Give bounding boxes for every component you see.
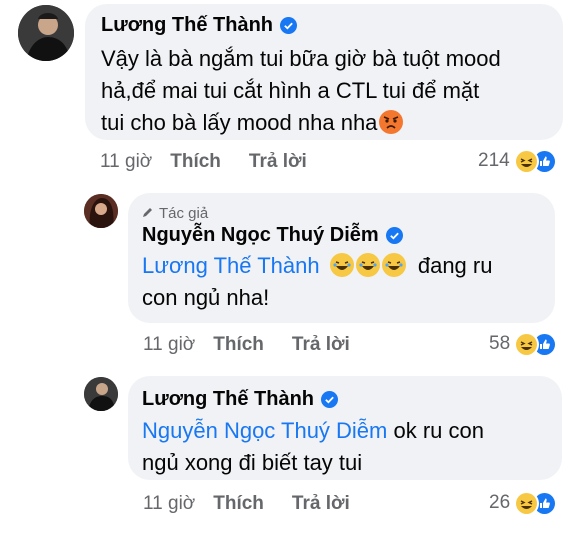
verified-badge-icon [385, 227, 403, 244]
comment-actions: 11 giờ Thích Trả lời [143, 334, 378, 356]
reaction-count: 26 [489, 492, 511, 513]
comment-time[interactable]: 11 giờ [100, 151, 152, 173]
reaction-count: 58 [489, 333, 511, 354]
comment-actions: 11 giờ Thích Trả lời [100, 151, 335, 173]
comment-author[interactable]: Lương Thế Thành [101, 14, 547, 37]
like-reaction-icon [534, 492, 556, 514]
verified-badge-icon [280, 17, 298, 34]
like-button[interactable]: Thích [213, 334, 264, 356]
comment-time[interactable]: 11 giờ [143, 334, 195, 356]
comment-line: Nguyễn Ngọc Thuý Diễm ok ru con [142, 418, 484, 443]
reaction-summary[interactable]: 26 [489, 492, 556, 514]
rolling-laughing-face-icon [381, 253, 406, 277]
like-button[interactable]: Thích [213, 493, 264, 515]
avatar[interactable] [18, 5, 74, 61]
like-button[interactable]: Thích [170, 151, 221, 173]
author-name[interactable]: Lương Thế Thành [101, 14, 273, 37]
comment-bubble: Tác giả Nguyễn Ngọc Thuý Diễm Lương Thế … [128, 193, 555, 323]
avatar[interactable] [84, 377, 118, 411]
comment-time[interactable]: 11 giờ [143, 493, 195, 515]
mention-link[interactable]: Lương Thế Thành [142, 253, 320, 278]
reaction-summary[interactable]: 58 [489, 333, 556, 355]
mention-link[interactable]: Nguyễn Ngọc Thuý Diễm [142, 418, 387, 443]
comment-text: Lương Thế Thành đang ru con ngủ nha! [142, 250, 541, 314]
like-reaction-icon [533, 150, 555, 172]
haha-reaction-icon [516, 333, 538, 355]
comment-line: ngủ xong đi biết tay tui [142, 450, 363, 475]
reaction-count: 214 [478, 150, 510, 171]
comment-text: Vậy là bà ngắm tui bữa giờ bà tuột mood … [101, 43, 547, 139]
comment-line: hả,để mai tui cắt hình a CTL tui để mặt [101, 78, 480, 103]
haha-reaction-icon [516, 492, 538, 514]
verified-badge-icon [321, 391, 339, 408]
reply-button[interactable]: Trả lời [292, 334, 350, 356]
rolling-laughing-face-icon [329, 253, 354, 277]
comment-line: Vậy là bà ngắm tui bữa giờ bà tuột mood [101, 46, 501, 71]
reply-button[interactable]: Trả lời [249, 151, 307, 173]
comment-author[interactable]: Lương Thế Thành [142, 388, 548, 411]
comment-author[interactable]: Nguyễn Ngọc Thuý Diễm [142, 224, 541, 247]
comment-bubble: Lương Thế Thành Vậy là bà ngắm tui bữa g… [85, 4, 563, 140]
comment-line: tui cho bà lấy mood nha nha [101, 107, 547, 139]
avatar[interactable] [84, 194, 118, 228]
like-reaction-icon [534, 333, 556, 355]
comment-bubble: Lương Thế Thành Nguyễn Ngọc Thuý Diễm ok… [128, 376, 562, 480]
reply-button[interactable]: Trả lời [292, 493, 350, 515]
pencil-icon [142, 205, 154, 222]
author-name[interactable]: Nguyễn Ngọc Thuý Diễm [142, 224, 379, 247]
haha-reaction-icon [515, 150, 537, 172]
comment-line: con ngủ nha! [142, 285, 270, 310]
comment-line: Lương Thế Thành đang ru [142, 253, 493, 278]
angry-face-icon [379, 110, 404, 134]
comment-text: Nguyễn Ngọc Thuý Diễm ok ru con ngủ xong… [142, 415, 548, 479]
comment-actions: 11 giờ Thích Trả lời [143, 493, 378, 515]
reaction-summary[interactable]: 214 [478, 150, 555, 172]
rolling-laughing-face-icon [355, 253, 380, 277]
author-name[interactable]: Lương Thế Thành [142, 388, 314, 411]
author-tag: Tác giả [142, 205, 541, 222]
